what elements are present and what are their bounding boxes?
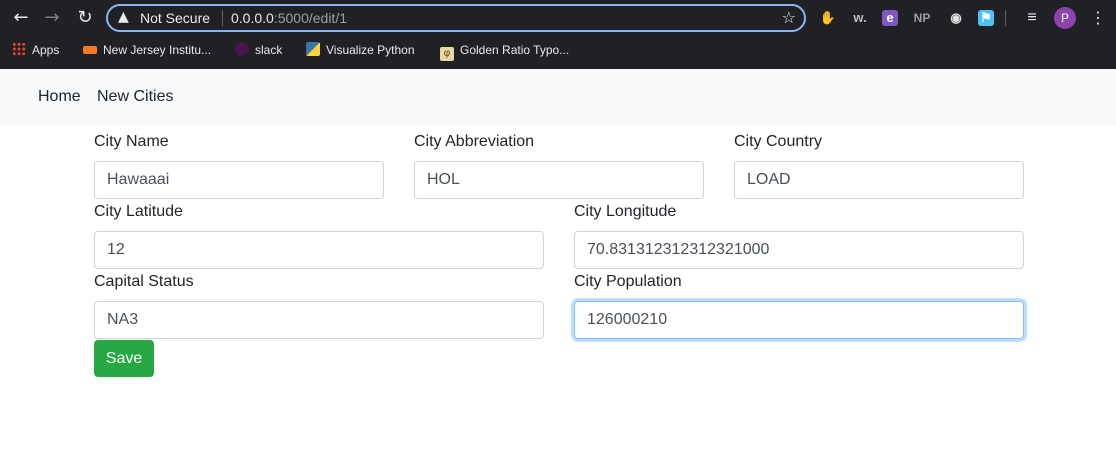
url-path: :5000/edit/1 [273,10,347,26]
bookmark-njit[interactable]: New Jersey Institu... [83,41,211,59]
nav-link-new-cities[interactable]: New Cities [97,87,173,107]
address-bar[interactable]: ▲ Not Secure 0.0.0.0:5000/edit/1 ☆ [106,4,806,32]
nav-link-home[interactable]: Home [38,87,81,107]
bookmark-golden-ratio[interactable]: φ Golden Ratio Typo... [440,41,570,61]
url-host: 0.0.0.0 [231,10,274,26]
python-icon [306,42,320,56]
np-extension-icon[interactable]: NP [912,8,932,28]
bookmark-label: New Jersey Institu... [103,43,212,57]
back-arrow-icon[interactable]: ← [8,6,34,30]
security-label[interactable]: Not Secure [140,10,210,26]
njit-icon [83,46,97,54]
capital-status-input[interactable] [94,301,544,339]
warning-icon[interactable]: ▲ [118,9,129,25]
city-latitude-input[interactable] [94,231,544,269]
bookmark-label: Apps [32,43,60,57]
city-longitude-label: City Longitude [574,203,677,220]
divider [222,10,223,26]
more-menu-icon[interactable]: ⋮ [1090,7,1106,29]
bookmark-label: slack [255,43,283,57]
phi-icon: φ [440,47,454,61]
slack-icon [235,42,249,56]
bookmark-slack[interactable]: slack [235,41,282,59]
bookmark-label: Visualize Python [326,43,415,57]
city-country-label: City Country [734,133,823,150]
bookmark-star-icon[interactable]: ☆ [782,8,796,27]
bookmark-apps[interactable]: Apps [12,41,59,59]
profile-avatar[interactable]: P [1054,7,1076,29]
bookmarks-bar: Apps New Jersey Institu... slack Visuali… [0,37,1116,63]
e-extension-icon[interactable]: e [882,10,898,26]
bookmark-label: Golden Ratio Typo... [460,43,570,57]
bookmark-visualize-python[interactable]: Visualize Python [306,41,415,59]
city-population-input[interactable] [574,301,1024,339]
person-extension-icon[interactable]: ⚑ [978,10,994,26]
browser-toolbar: ← → ↻ ▲ Not Secure 0.0.0.0:5000/edit/1 ☆… [0,0,1116,36]
reading-list-icon[interactable]: ≡ [1022,8,1042,28]
city-latitude-label: City Latitude [94,203,183,220]
city-longitude-input[interactable] [574,231,1024,269]
city-country-input[interactable] [734,161,1024,199]
city-abbreviation-input[interactable] [414,161,704,199]
save-button[interactable]: Save [94,340,154,377]
w-extension-icon[interactable]: w. [850,8,870,28]
divider [1005,10,1006,26]
city-abbreviation-label: City Abbreviation [414,133,535,150]
adblock-icon[interactable]: ✋ [818,8,838,28]
reload-icon[interactable]: ↻ [72,6,98,30]
url-text[interactable]: 0.0.0.0:5000/edit/1 [231,10,347,26]
circle-extension-icon[interactable]: ◉ [946,8,966,28]
app-navbar: Home New Cities [0,69,1116,125]
browser-chrome: ← → ↻ ▲ Not Secure 0.0.0.0:5000/edit/1 ☆… [0,0,1116,69]
apps-grid-icon [12,42,26,56]
city-name-label: City Name [94,133,169,150]
city-population-label: City Population [574,273,682,290]
forward-arrow-icon[interactable]: → [39,6,65,30]
city-name-input[interactable] [94,161,384,199]
capital-status-label: Capital Status [94,273,194,290]
